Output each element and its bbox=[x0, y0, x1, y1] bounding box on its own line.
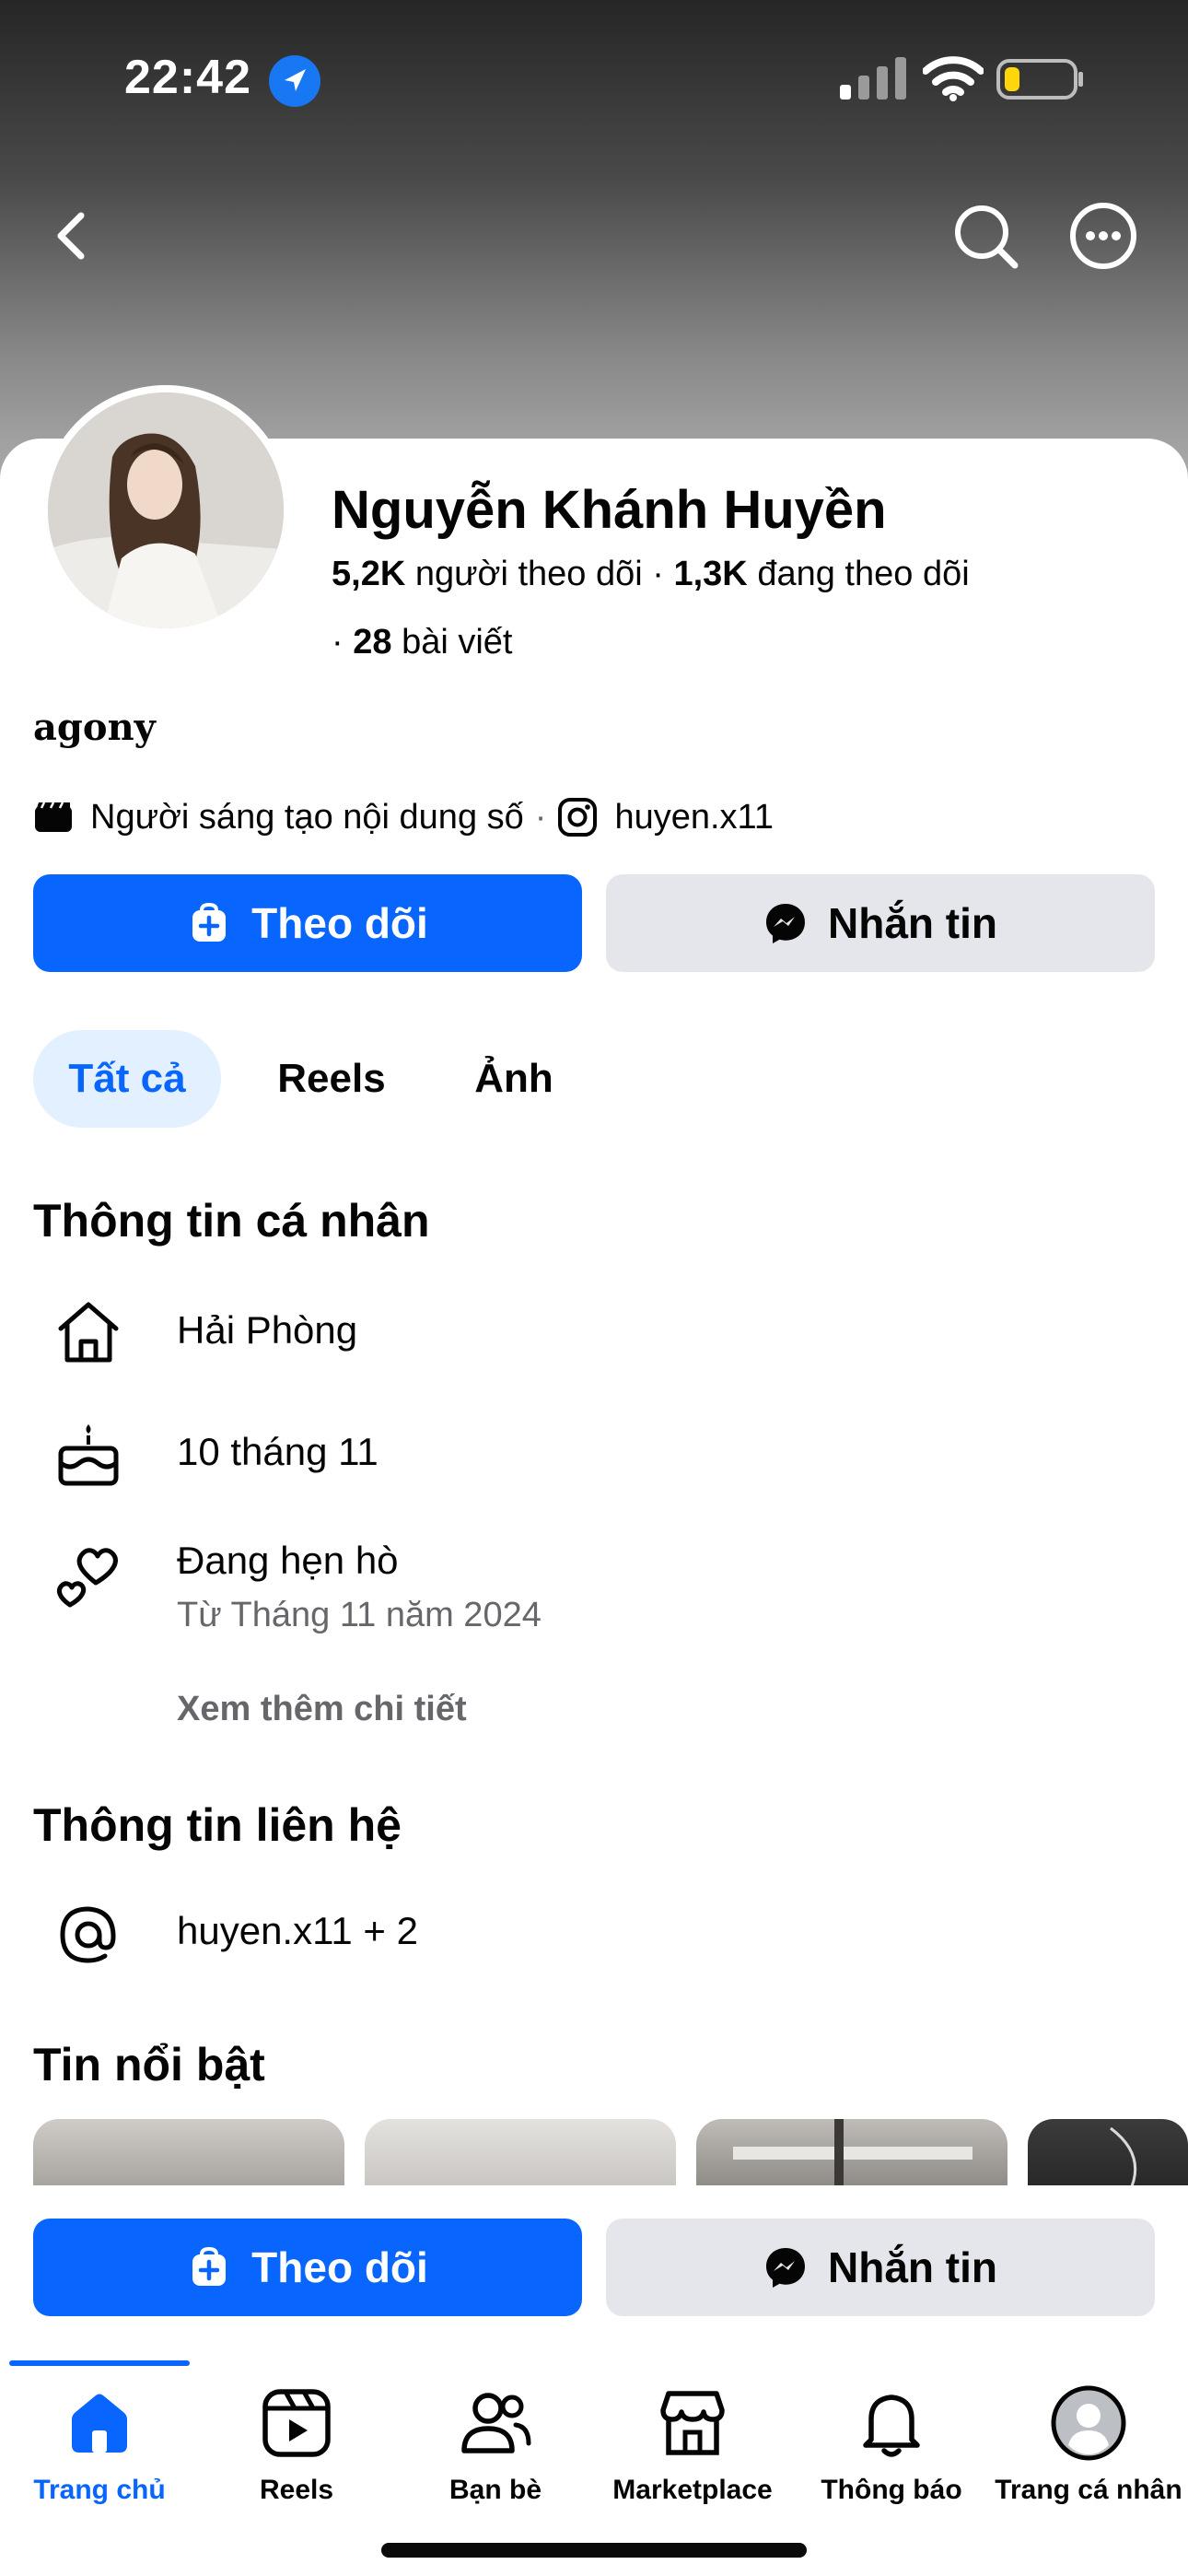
location-arrow-icon bbox=[269, 55, 320, 107]
sticky-message-button[interactable]: Nhắn tin bbox=[606, 2219, 1155, 2316]
active-tab-indicator bbox=[9, 2360, 190, 2366]
follow-button[interactable]: Theo dõi bbox=[33, 874, 582, 972]
follow-plus-icon bbox=[192, 902, 227, 942]
follow-button-label: Theo dõi bbox=[251, 899, 428, 947]
followers-label[interactable]: người theo dõi bbox=[415, 555, 643, 593]
followers-count[interactable]: 5,2K bbox=[332, 555, 405, 593]
follow-button-label: Theo dõi bbox=[251, 2243, 428, 2291]
birthday-cake-icon bbox=[58, 1424, 119, 1486]
nav-reels[interactable]: Reels bbox=[197, 2384, 396, 2523]
hearts-icon bbox=[56, 1548, 118, 1608]
wifi-icon bbox=[923, 56, 984, 101]
more-horizontal-icon bbox=[1070, 203, 1136, 269]
tab-photos[interactable]: Ảnh bbox=[449, 1030, 578, 1128]
marketplace-icon bbox=[660, 2391, 725, 2455]
battery-icon bbox=[996, 59, 1083, 100]
profile-icon bbox=[1051, 2385, 1126, 2461]
follow-plus-icon bbox=[192, 2246, 227, 2286]
nav-reels-label: Reels bbox=[259, 2475, 334, 2505]
nav-profile-label: Trang cá nhân bbox=[995, 2475, 1182, 2505]
message-button[interactable]: Nhắn tin bbox=[606, 874, 1155, 972]
clapperboard-icon bbox=[35, 802, 72, 832]
contact-value[interactable]: huyen.x11 + 2 bbox=[177, 1909, 418, 1953]
messenger-icon bbox=[766, 904, 805, 943]
profile-name: Nguyễn Khánh Huyền bbox=[332, 480, 887, 540]
post-stats: · 28 bài viết bbox=[332, 623, 512, 662]
home-indicator bbox=[381, 2543, 807, 2558]
creator-category: Người sáng tạo nội dung số bbox=[90, 797, 524, 837]
hometown-text: Hải Phòng bbox=[177, 1308, 358, 1352]
stats-separator: · bbox=[652, 555, 664, 593]
nav-friends-label: Bạn bè bbox=[448, 2475, 542, 2505]
nav-friends[interactable]: Bạn bè bbox=[396, 2384, 595, 2523]
nav-notifications[interactable]: Thông báo bbox=[792, 2384, 991, 2523]
nav-home-label: Trang chủ bbox=[33, 2475, 166, 2505]
follow-stats: 5,2K người theo dõi · 1,3K đang theo dõi bbox=[332, 555, 970, 594]
friends-icon bbox=[461, 2393, 531, 2453]
message-button-label: Nhắn tin bbox=[828, 899, 997, 947]
contact-info-title: Thông tin liên hệ bbox=[33, 1799, 402, 1851]
instagram-handle[interactable]: huyen.x11 bbox=[614, 798, 774, 837]
relationship-since: Từ Tháng 11 năm 2024 bbox=[177, 1596, 542, 1634]
avatar[interactable] bbox=[41, 385, 291, 636]
more-options-button[interactable] bbox=[1066, 199, 1140, 273]
messenger-icon bbox=[766, 2248, 805, 2288]
nav-notifications-label: Thông báo bbox=[821, 2475, 962, 2505]
at-sign-icon bbox=[60, 1906, 116, 1963]
tab-reels[interactable]: Reels bbox=[258, 1030, 405, 1128]
profile-photo bbox=[48, 392, 284, 628]
back-button[interactable] bbox=[37, 199, 111, 273]
relationship-status: Đang hẹn hò bbox=[177, 1539, 399, 1582]
home-icon bbox=[72, 2394, 127, 2453]
search-icon bbox=[955, 205, 1019, 269]
meta-separator: · bbox=[534, 797, 547, 837]
see-more-details-link[interactable]: Xem thêm chi tiết bbox=[177, 1690, 467, 1729]
instagram-icon bbox=[558, 798, 598, 837]
home-icon bbox=[58, 1302, 119, 1363]
cellular-signal-icon bbox=[840, 57, 906, 100]
tab-all[interactable]: Tất cả bbox=[33, 1030, 221, 1128]
bell-icon bbox=[863, 2395, 920, 2457]
following-label[interactable]: đang theo dõi bbox=[757, 555, 969, 593]
status-time: 22:42 bbox=[124, 51, 251, 104]
posts-count: 28 bbox=[353, 623, 392, 662]
reels-icon bbox=[262, 2389, 331, 2457]
highlights-title: Tin nổi bật bbox=[33, 2039, 265, 2090]
nav-marketplace-label: Marketplace bbox=[612, 2475, 773, 2505]
nav-marketplace[interactable]: Marketplace bbox=[593, 2384, 792, 2523]
nav-profile[interactable]: Trang cá nhân bbox=[989, 2384, 1188, 2523]
sticky-follow-button[interactable]: Theo dõi bbox=[33, 2219, 582, 2316]
profile-details-line: Người sáng tạo nội dung số · huyen.x11 bbox=[33, 794, 774, 840]
search-button[interactable] bbox=[949, 199, 1022, 273]
birthday-text: 10 tháng 11 bbox=[177, 1430, 379, 1473]
posts-prefix: · bbox=[332, 623, 344, 662]
personal-info-title: Thông tin cá nhân bbox=[33, 1195, 430, 1247]
nav-home[interactable]: Trang chủ bbox=[0, 2384, 199, 2523]
following-count[interactable]: 1,3K bbox=[673, 555, 747, 593]
chevron-left-icon bbox=[57, 212, 85, 260]
profile-bio: agony bbox=[33, 706, 156, 749]
posts-label: bài viết bbox=[402, 623, 513, 662]
message-button-label: Nhắn tin bbox=[828, 2243, 997, 2291]
